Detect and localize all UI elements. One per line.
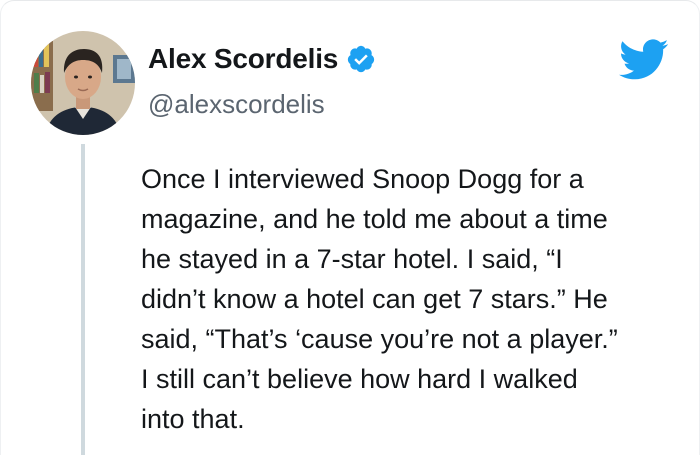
twitter-bird-icon[interactable] bbox=[619, 39, 669, 81]
tweet-text: Once I interviewed Snoop Dogg for a maga… bbox=[141, 159, 686, 439]
tweet-text-line: I still can’t believe how hard I walked bbox=[141, 364, 578, 394]
tweet-text-line: said, “That’s ‘cause you’re not a player… bbox=[141, 324, 618, 354]
tweet-text-line: didn’t know a hotel can get 7 stars.” He bbox=[141, 284, 608, 314]
tweet-text-line: magazine, and he told me about a time bbox=[141, 204, 608, 234]
verified-badge-icon bbox=[346, 44, 376, 74]
thread-line bbox=[81, 144, 85, 455]
author-name-row: Alex Scordelis bbox=[148, 43, 376, 75]
tweet-text-line: he stayed in a 7-star hotel. I said, “I bbox=[141, 244, 563, 274]
avatar[interactable] bbox=[31, 31, 135, 135]
tweet-text-line: Once I interviewed Snoop Dogg for a bbox=[141, 164, 584, 194]
tweet-text-line: into that. bbox=[141, 404, 245, 434]
author-display-name[interactable]: Alex Scordelis bbox=[148, 43, 338, 75]
author-handle[interactable]: @alexscordelis bbox=[148, 89, 325, 120]
tweet-card: Alex Scordelis @alexscordelis Once I int… bbox=[0, 0, 700, 455]
avatar-photo bbox=[31, 31, 135, 135]
